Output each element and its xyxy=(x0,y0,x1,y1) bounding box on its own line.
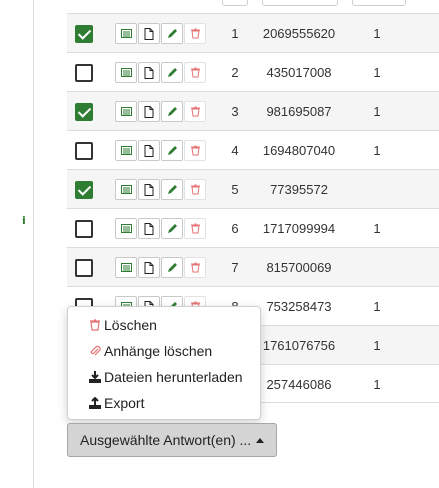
response-id: 2069555620 xyxy=(262,26,336,41)
menu-item-download-files[interactable]: Dateien herunterladen xyxy=(88,366,243,388)
row-number: 3 xyxy=(231,104,239,119)
paperclip-icon xyxy=(88,344,101,358)
response-id: 77395572 xyxy=(270,182,328,197)
menu-item-label: Löschen xyxy=(104,317,157,333)
row-actions xyxy=(115,257,207,278)
column-header-stub xyxy=(222,0,248,6)
response-id: 815700069 xyxy=(266,260,332,275)
table-row: 3 981695087 1 xyxy=(67,91,439,130)
row-number: 2 xyxy=(231,65,239,80)
view-answer-icon[interactable] xyxy=(115,23,137,44)
view-answer-icon[interactable] xyxy=(115,101,137,122)
side-marker-icon: i xyxy=(22,214,26,227)
table-row: 6 1717099994 1 xyxy=(67,208,439,247)
row-select-checkbox[interactable] xyxy=(75,64,93,82)
edit-pencil-icon[interactable] xyxy=(161,62,183,83)
menu-item-export[interactable]: Export xyxy=(88,392,144,414)
response-id: 753258473 xyxy=(266,299,332,314)
download-icon xyxy=(88,370,101,384)
column-header-stub xyxy=(352,0,406,6)
table-row: 1 2069555620 1 xyxy=(67,13,439,52)
document-icon[interactable] xyxy=(138,62,160,83)
response-count: 1 xyxy=(373,338,381,353)
row-select-checkbox[interactable] xyxy=(75,25,93,43)
response-count: 1 xyxy=(373,299,381,314)
delete-trash-icon[interactable] xyxy=(184,218,206,239)
delete-trash-icon[interactable] xyxy=(184,140,206,161)
menu-item-label: Export xyxy=(104,395,145,411)
response-count: 1 xyxy=(373,143,381,158)
menu-item-delete-attachments[interactable]: Anhänge löschen xyxy=(88,340,212,362)
row-actions xyxy=(115,101,207,122)
view-answer-icon[interactable] xyxy=(115,62,137,83)
view-answer-icon[interactable] xyxy=(115,218,137,239)
row-select-checkbox[interactable] xyxy=(75,181,93,199)
row-actions xyxy=(115,23,207,44)
response-count: 1 xyxy=(373,377,381,392)
response-id: 1717099994 xyxy=(262,221,336,236)
row-actions xyxy=(115,140,207,161)
row-actions xyxy=(115,179,207,200)
response-count: 1 xyxy=(373,221,381,236)
response-count: 1 xyxy=(373,65,381,80)
response-count: 1 xyxy=(373,104,381,119)
selected-responses-dropdown-button[interactable]: Ausgewählte Antwort(en) ... xyxy=(67,423,277,457)
document-icon[interactable] xyxy=(138,101,160,122)
view-answer-icon[interactable] xyxy=(115,257,137,278)
edit-pencil-icon[interactable] xyxy=(161,140,183,161)
table-row: 5 77395572 xyxy=(67,169,439,208)
edit-pencil-icon[interactable] xyxy=(161,257,183,278)
menu-item-label: Dateien herunterladen xyxy=(104,369,243,385)
row-number: 6 xyxy=(231,221,239,236)
table-row: 2 435017008 1 xyxy=(67,52,439,91)
row-number: 4 xyxy=(231,143,239,158)
table-row: 7 815700069 xyxy=(67,247,439,286)
edit-pencil-icon[interactable] xyxy=(161,101,183,122)
view-answer-icon[interactable] xyxy=(115,140,137,161)
response-id: 1694807040 xyxy=(262,143,336,158)
edit-pencil-icon[interactable] xyxy=(161,179,183,200)
document-icon[interactable] xyxy=(138,179,160,200)
row-actions xyxy=(115,218,207,239)
row-number: 7 xyxy=(231,260,239,275)
menu-item-delete[interactable]: Löschen xyxy=(88,314,157,336)
column-header-stub xyxy=(262,0,338,6)
bulk-actions-menu: Löschen Anhänge löschen Dateien herunter… xyxy=(67,306,261,420)
document-icon[interactable] xyxy=(138,23,160,44)
view-answer-icon[interactable] xyxy=(115,179,137,200)
edit-pencil-icon[interactable] xyxy=(161,23,183,44)
row-select-checkbox[interactable] xyxy=(75,220,93,238)
delete-trash-icon[interactable] xyxy=(184,257,206,278)
left-border xyxy=(33,0,34,488)
delete-trash-icon[interactable] xyxy=(184,179,206,200)
document-icon[interactable] xyxy=(138,257,160,278)
table-row: 4 1694807040 1 xyxy=(67,130,439,169)
row-number: 5 xyxy=(231,182,239,197)
row-select-checkbox[interactable] xyxy=(75,142,93,160)
response-id: 435017008 xyxy=(266,65,332,80)
delete-trash-icon[interactable] xyxy=(184,101,206,122)
response-id: 257446086 xyxy=(266,377,332,392)
document-icon[interactable] xyxy=(138,218,160,239)
document-icon[interactable] xyxy=(138,140,160,161)
row-number: 1 xyxy=(231,26,239,41)
response-id: 981695087 xyxy=(266,104,332,119)
trash-icon xyxy=(88,318,101,332)
response-count: 1 xyxy=(373,26,381,41)
delete-trash-icon[interactable] xyxy=(184,62,206,83)
row-select-checkbox[interactable] xyxy=(75,103,93,121)
dropdown-button-label: Ausgewählte Antwort(en) ... xyxy=(80,432,252,448)
delete-trash-icon[interactable] xyxy=(184,23,206,44)
caret-up-icon xyxy=(256,437,265,443)
row-actions xyxy=(115,62,207,83)
menu-item-label: Anhänge löschen xyxy=(104,343,213,359)
row-select-checkbox[interactable] xyxy=(75,259,93,277)
upload-icon xyxy=(88,396,101,410)
edit-pencil-icon[interactable] xyxy=(161,218,183,239)
response-id: 1761076756 xyxy=(262,338,336,353)
